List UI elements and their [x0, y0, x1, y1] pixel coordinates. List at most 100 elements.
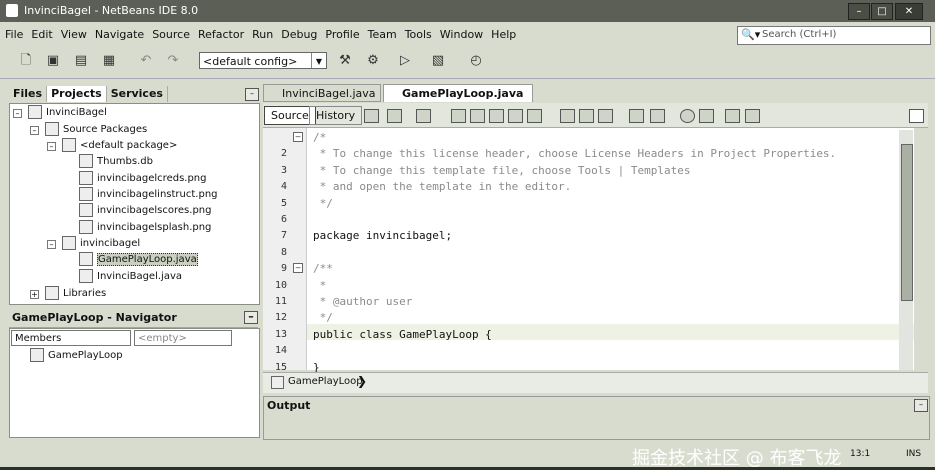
menu-help[interactable]: Help — [488, 26, 519, 43]
tab-invincibagel-java[interactable]: InvinciBagel.java — [263, 84, 381, 102]
editor-scrollbar[interactable] — [899, 130, 913, 370]
tree-item-gameplayloop-java[interactable]: GamePlayLoop.java — [79, 252, 198, 267]
search-icon: 🔍▾ — [741, 28, 761, 41]
previous-bookmark-icon[interactable] — [560, 109, 575, 123]
menu-profile[interactable]: Profile — [322, 26, 362, 43]
line-number: 14 — [274, 345, 287, 357]
search-input[interactable]: 🔍▾ Search (Ctrl+I) — [737, 26, 931, 45]
code-line: * — [313, 278, 327, 292]
members-select[interactable]: Members — [11, 330, 131, 346]
expand-icon[interactable]: + — [30, 290, 39, 299]
toggle-bookmark-icon[interactable] — [598, 109, 613, 123]
profile-icon[interactable]: ◴ — [466, 51, 486, 71]
fold-icon[interactable]: – — [293, 263, 303, 273]
menu-team[interactable]: Team — [365, 26, 400, 43]
open-project-icon[interactable]: ▤ — [71, 51, 91, 71]
undo-icon[interactable]: ↶ — [136, 51, 156, 71]
tree-item-scores-png[interactable]: invincibagelscores.png — [79, 203, 211, 218]
redo-icon[interactable]: ↷ — [163, 51, 183, 71]
new-file-icon[interactable]: 🗋 — [16, 51, 36, 71]
fold-icon[interactable]: – — [293, 132, 303, 142]
project-icon — [28, 105, 42, 119]
menu-view[interactable]: View — [58, 26, 90, 43]
shift-left-icon[interactable] — [629, 109, 644, 123]
clean-build-icon[interactable]: ⚒ — [335, 51, 355, 71]
navigator-title-bar: GamePlayLoop - Navigator – — [9, 309, 258, 328]
breadcrumb-item[interactable]: GamePlayLoop — [288, 376, 363, 387]
menu-refactor[interactable]: Refactor — [195, 26, 247, 43]
last-edit-icon[interactable] — [416, 109, 431, 123]
tree-item-source-packages[interactable]: Source Packages — [45, 122, 147, 137]
run-icon[interactable]: ▷ — [395, 51, 415, 71]
build-icon[interactable]: ⚙ — [363, 51, 383, 71]
insert-mode: INS — [906, 449, 922, 459]
start-macro-icon[interactable] — [680, 109, 695, 123]
output-panel: Output – — [263, 396, 930, 440]
tab-services[interactable]: Services — [107, 86, 168, 102]
new-project-icon[interactable]: ▣ — [43, 51, 63, 71]
maximize-button[interactable]: □ — [871, 3, 893, 20]
minimize-button[interactable]: – — [848, 3, 870, 20]
menu-debug[interactable]: Debug — [278, 26, 320, 43]
code-editor[interactable]: – – /* 2 * To change this license header,… — [263, 128, 914, 374]
tab-files[interactable]: Files — [9, 86, 48, 102]
tree-item-libraries[interactable]: Libraries — [45, 286, 106, 301]
menu-tools[interactable]: Tools — [402, 26, 435, 43]
toggle-rect-select-icon[interactable] — [527, 109, 542, 123]
navigator-panel: Members <empty> GamePlayLoop — [9, 328, 260, 438]
tree-item-invincibagel-java[interactable]: InvinciBagel.java — [79, 269, 182, 284]
minimize-panel-icon[interactable]: – — [244, 311, 258, 324]
menu-source[interactable]: Source — [149, 26, 193, 43]
debug-icon[interactable]: ▧ — [428, 51, 448, 71]
filter-select[interactable]: <empty> — [134, 330, 232, 346]
collapse-icon[interactable]: – — [47, 142, 56, 151]
find-next-icon[interactable] — [489, 109, 504, 123]
back-icon[interactable] — [364, 109, 379, 123]
tab-projects[interactable]: Projects — [47, 86, 107, 102]
tree-item-creds-png[interactable]: invincibagelcreds.png — [79, 171, 207, 186]
toggle-highlight-icon[interactable] — [508, 109, 523, 123]
save-all-icon[interactable]: ▦ — [99, 51, 119, 71]
image-file-icon — [79, 220, 93, 234]
scrollbar-thumb[interactable] — [901, 144, 913, 301]
tree-item-splash-png[interactable]: invincibagelsplash.png — [79, 220, 211, 235]
uncomment-icon[interactable] — [745, 109, 760, 123]
collapse-icon[interactable]: – — [13, 109, 22, 118]
java-file-icon — [79, 252, 93, 266]
menu-navigate[interactable]: Navigate — [92, 26, 147, 43]
find-icon[interactable] — [451, 109, 466, 123]
menu-edit[interactable]: Edit — [28, 26, 55, 43]
output-title[interactable]: Output — [267, 399, 310, 412]
tree-item-invincibagel-package[interactable]: invincibagel — [62, 236, 140, 251]
menu-run[interactable]: Run — [249, 26, 276, 43]
line-number: 6 — [280, 214, 287, 225]
tab-label: GamePlayLoop.java — [402, 87, 524, 100]
line-number: 5 — [280, 197, 287, 209]
tab-gameplayloop-java[interactable]: GamePlayLoop.java — [383, 84, 533, 102]
source-mode-button[interactable]: Source — [264, 106, 316, 125]
next-bookmark-icon[interactable] — [579, 109, 594, 123]
config-select[interactable]: <default config> ▼ — [199, 52, 327, 69]
minimize-panel-icon[interactable]: – — [245, 88, 259, 101]
history-mode-button[interactable]: History — [309, 106, 363, 125]
split-editor-icon[interactable] — [909, 109, 924, 123]
close-button[interactable]: ✕ — [895, 3, 923, 20]
image-file-icon — [79, 171, 93, 185]
find-previous-icon[interactable] — [470, 109, 485, 123]
forward-icon[interactable] — [387, 109, 402, 123]
tree-item-project[interactable]: InvinciBagel — [28, 105, 107, 120]
minimize-panel-icon[interactable]: – — [914, 399, 928, 412]
tree-item-thumbs-db[interactable]: Thumbs.db — [79, 154, 153, 169]
package-folder-icon — [45, 122, 59, 136]
collapse-icon[interactable]: – — [30, 126, 39, 135]
collapse-icon[interactable]: – — [47, 240, 56, 249]
stop-macro-icon[interactable] — [699, 109, 714, 123]
shift-right-icon[interactable] — [650, 109, 665, 123]
line-number: 4 — [280, 181, 287, 193]
navigator-item-class[interactable]: GamePlayLoop — [30, 348, 123, 363]
menu-window[interactable]: Window — [437, 26, 486, 43]
tree-item-instruct-png[interactable]: invincibagelinstruct.png — [79, 187, 218, 202]
menu-file[interactable]: File — [2, 26, 26, 43]
comment-icon[interactable] — [725, 109, 740, 123]
tree-item-default-package[interactable]: <default package> — [62, 138, 177, 153]
